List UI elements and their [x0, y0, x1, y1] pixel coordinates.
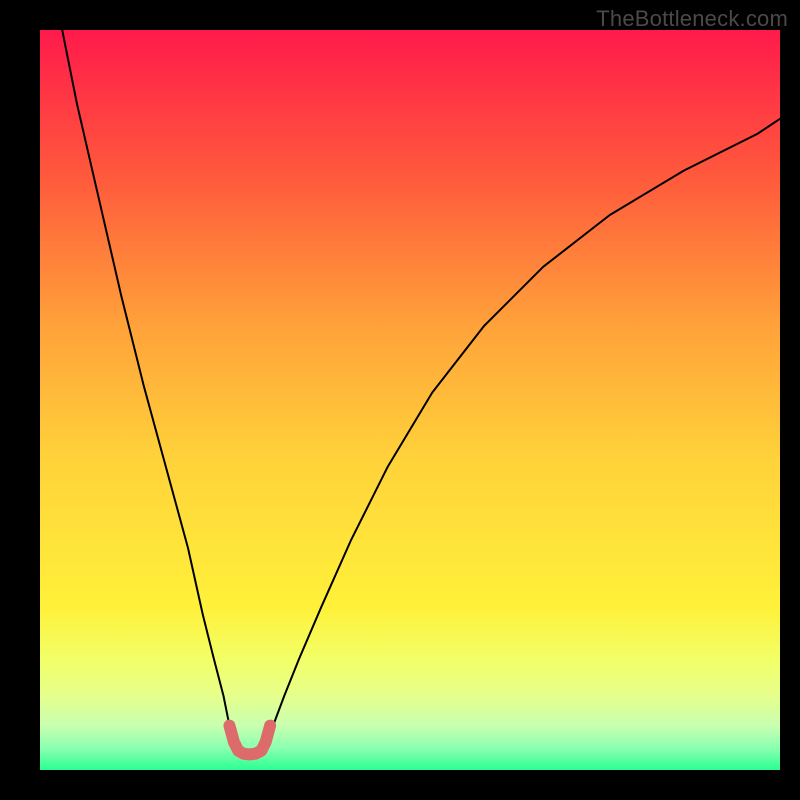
- left-branch-path: [62, 30, 234, 744]
- chart-frame: TheBottleneck.com: [0, 0, 800, 800]
- curve-layer: [40, 30, 780, 770]
- right-branch-path: [266, 119, 780, 744]
- watermark-text: TheBottleneck.com: [596, 6, 788, 32]
- trough-path: [229, 726, 270, 755]
- plot-area: [40, 30, 780, 770]
